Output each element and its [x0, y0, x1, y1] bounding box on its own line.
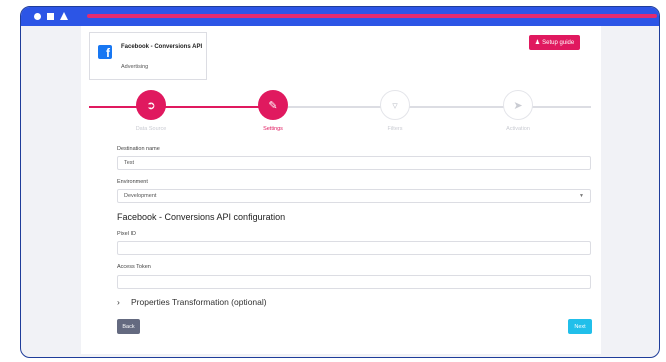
environment-label: Environment	[117, 179, 148, 185]
access-token-input[interactable]	[117, 275, 591, 289]
step-filters[interactable]: ▿	[380, 90, 410, 120]
step-label-data-source: Data Source	[135, 126, 167, 132]
access-token-label: Access Token	[117, 264, 151, 270]
setup-guide-button[interactable]: ♟ Setup guide	[529, 35, 580, 50]
pencil-icon: ✎	[268, 99, 278, 112]
titlebar	[21, 7, 659, 26]
sign-in-icon: ➲	[146, 99, 156, 112]
step-label-settings: Settings	[263, 126, 283, 132]
destination-name-input[interactable]: Test	[117, 156, 591, 170]
filter-icon: ▿	[392, 99, 398, 112]
destination-name-label: Destination name	[117, 146, 160, 152]
stepper-remaining-line	[279, 106, 591, 108]
circle-icon	[34, 13, 41, 20]
step-label-filters: Filters	[387, 126, 403, 132]
properties-transformation-label: Properties Transformation (optional)	[131, 297, 267, 307]
back-button[interactable]: Back	[117, 319, 140, 334]
titlebar-accent-bar	[87, 14, 657, 18]
app-info-box: f Facebook - Conversions API Advertising	[89, 32, 207, 80]
pixel-id-label: Pixel ID	[117, 231, 136, 237]
step-settings[interactable]: ✎	[258, 90, 288, 120]
stepper: ➲ Data Source ✎ Settings ▿ Filters ➤ Act…	[89, 90, 601, 138]
stepper-progress-line	[89, 106, 279, 108]
environment-value: Development	[124, 193, 157, 199]
step-data-source[interactable]: ➲	[136, 90, 166, 120]
chevron-right-icon: ›	[117, 297, 120, 307]
step-label-activation: Activation	[506, 126, 530, 132]
step-activation[interactable]: ➤	[503, 90, 533, 120]
properties-transformation-toggle[interactable]: › Properties Transformation (optional)	[117, 297, 267, 307]
destination-settings-card: f Facebook - Conversions API Advertising…	[81, 26, 601, 354]
app-category: Advertising	[121, 64, 149, 70]
app-name: Facebook - Conversions API	[121, 44, 203, 50]
setup-guide-label: Setup guide	[542, 39, 575, 46]
environment-select[interactable]: Development ▼	[117, 189, 591, 203]
config-section-title: Facebook - Conversions API configuration	[117, 212, 286, 222]
triangle-icon	[60, 12, 68, 20]
app-window: f Facebook - Conversions API Advertising…	[20, 6, 660, 358]
facebook-logo-icon: f	[98, 45, 112, 59]
next-button[interactable]: Next	[568, 319, 592, 334]
chevron-down-icon: ▼	[579, 193, 584, 199]
pixel-id-input[interactable]	[117, 241, 591, 255]
send-icon: ➤	[513, 99, 523, 112]
square-icon	[47, 13, 54, 20]
people-icon: ♟	[534, 40, 541, 46]
